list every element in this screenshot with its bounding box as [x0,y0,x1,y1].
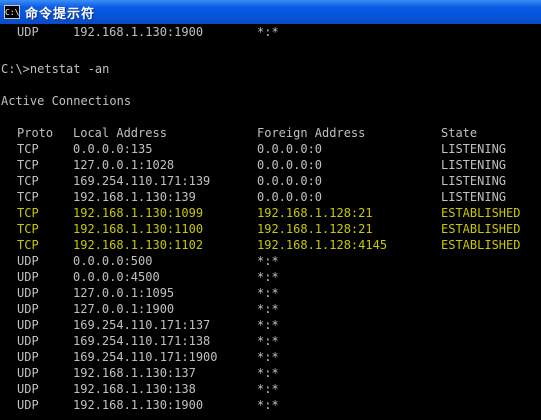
cell-foreign-address: *:* [257,270,279,284]
cell-foreign-address: *:* [257,398,279,412]
cell-local-address: 192.168.1.130:139 [73,190,196,204]
header-foreign-address: Foreign Address [257,126,366,140]
cell-local-address: 192.168.1.130:138 [73,382,196,396]
cell-foreign-address: *:* [257,350,279,364]
section-title-text: Active Connections [1,94,132,108]
cell-foreign-address: *:* [257,334,279,348]
cell-local-address: 127.0.0.1:1028 [73,158,175,172]
cell-foreign-address: *:* [257,25,279,39]
cell-local-address: 127.0.0.1:1095 [73,286,175,300]
cell-local-address: 0.0.0.0:4500 [73,270,160,284]
cell-proto: UDP [17,25,39,39]
cell-state: ESTABLISHED [441,206,521,220]
cell-local-address: 192.168.1.130:1100 [73,222,204,236]
cell-local-address: 192.168.1.130:137 [73,366,196,380]
header-state: State [441,126,478,140]
cell-proto: UDP [17,302,39,316]
cell-foreign-address: 0.0.0.0:0 [257,174,323,188]
cell-proto: TCP [17,142,39,156]
cmd-icon: C:\ [4,5,20,19]
cell-local-address: 169.254.110.171:137 [73,318,211,332]
cell-foreign-address: *:* [257,366,279,380]
cell-foreign-address: 192.168.1.128:21 [257,222,373,236]
cell-foreign-address: 0.0.0.0:0 [257,142,323,156]
cell-proto: UDP [17,270,39,284]
cell-state: LISTENING [441,190,507,204]
cell-proto: UDP [17,286,39,300]
cell-local-address: 169.254.110.171:139 [73,174,211,188]
cell-proto: UDP [17,318,39,332]
cell-local-address: 0.0.0.0:135 [73,142,153,156]
cell-foreign-address: *:* [257,302,279,316]
cell-local-address: 192.168.1.130:1102 [73,238,204,252]
console-output[interactable]: UDP 192.168.1.130:1900 *:* C:\>netstat -… [0,24,541,420]
header-local-address: Local Address [73,126,167,140]
cell-proto: TCP [17,206,39,220]
title-bar[interactable]: C:\ 命令提示符 [0,0,541,24]
cell-state: ESTABLISHED [441,222,521,236]
cell-state: LISTENING [441,158,507,172]
cell-foreign-address: *:* [257,382,279,396]
cell-proto: TCP [17,190,39,204]
cell-local-address: 127.0.0.1:1900 [73,302,175,316]
window-title: 命令提示符 [25,6,96,22]
cell-proto: TCP [17,158,39,172]
command-line: C:\>netstat -an [0,61,109,77]
cell-local-address: 0.0.0.0:500 [73,254,153,268]
cell-foreign-address: *:* [257,254,279,268]
cell-proto: TCP [17,238,39,252]
cell-proto: TCP [17,222,39,236]
cell-proto: UDP [17,366,39,380]
command-text: C:\>netstat -an [1,62,110,76]
console-line-top: UDP 192.168.1.130:1900 *:* [0,24,279,40]
cell-foreign-address: 192.168.1.128:21 [257,206,373,220]
cell-proto: UDP [17,350,39,364]
header-proto: Proto [17,126,54,140]
cell-foreign-address: *:* [257,286,279,300]
cell-proto: TCP [17,174,39,188]
cell-state: LISTENING [441,174,507,188]
cell-foreign-address: 0.0.0.0:0 [257,158,323,172]
cell-local-address: 169.254.110.171:138 [73,334,211,348]
cell-local-address: 192.168.1.130:1099 [73,206,204,220]
table-header: Proto Local Address Foreign Address Stat… [0,125,477,141]
cell-foreign-address: *:* [257,318,279,332]
cell-proto: UDP [17,334,39,348]
section-title: Active Connections [0,93,131,109]
cell-foreign-address: 0.0.0.0:0 [257,190,323,204]
cell-proto: UDP [17,398,39,412]
cell-state: ESTABLISHED [441,238,521,252]
cell-local-address: 192.168.1.130:1900 [73,25,204,39]
cell-local-address: 192.168.1.130:1900 [73,398,204,412]
cell-proto: UDP [17,254,39,268]
cell-state: LISTENING [441,142,507,156]
cell-foreign-address: 192.168.1.128:4145 [257,238,388,252]
cell-proto: UDP [17,382,39,396]
cell-local-address: 169.254.110.171:1900 [73,350,218,364]
